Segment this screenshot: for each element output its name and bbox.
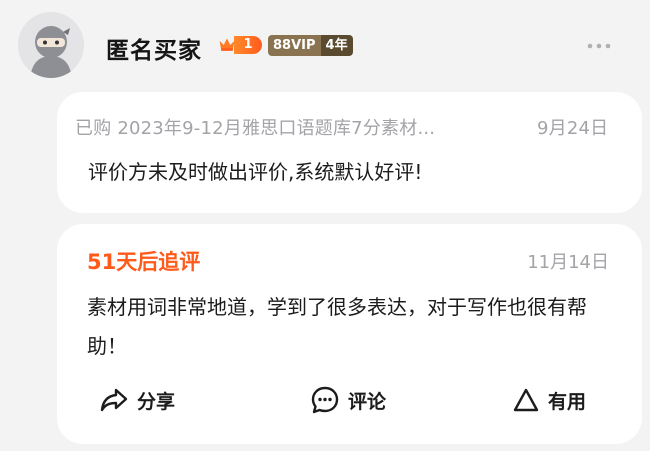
vip-years: 4年: [320, 35, 353, 56]
followup-text: 素材用词非常地道，学到了很多表达，对于写作也很有帮助！: [87, 295, 587, 358]
avatar[interactable]: [18, 12, 84, 78]
share-label: 分享: [137, 390, 176, 413]
comment-icon: [311, 386, 339, 414]
followup-date: 11月14日: [527, 252, 609, 273]
vip-label: 88VIP: [268, 35, 321, 56]
vip-badge: 88VIP 4年: [268, 35, 353, 56]
product-name: 2023年9-12月雅思口语题库7分素材...: [117, 118, 436, 139]
avatar-ninja-icon: [18, 12, 84, 78]
review-card: 已购 2023年9-12月雅思口语题库7分素材... 9月24日 评价方未及时做…: [57, 92, 642, 213]
share-icon: [100, 388, 128, 412]
share-button[interactable]: 分享: [99, 384, 175, 416]
followup-card: 51天后追评 11月14日 素材用词非常地道，学到了很多表达，对于写作也很有帮助…: [57, 224, 642, 444]
comment-button[interactable]: 评论: [310, 384, 386, 416]
comment-label: 评论: [348, 390, 387, 413]
level-badge: 1: [218, 34, 262, 56]
action-bar: 分享 评论 有用: [57, 376, 642, 424]
review-header: 匿名买家 1 88VIP 4年: [0, 0, 650, 92]
triangle-icon: [513, 388, 539, 412]
followup-title: 51天后追评: [87, 250, 201, 274]
username[interactable]: 匿名买家: [106, 31, 202, 65]
purchase-info[interactable]: 已购 2023年9-12月雅思口语题库7分素材... 9月24日: [75, 114, 608, 140]
review-date: 9月24日: [537, 118, 609, 139]
more-options-button[interactable]: [586, 36, 612, 56]
level-number: 1: [234, 36, 262, 54]
purchase-label: 已购: [75, 118, 112, 139]
useful-label: 有用: [548, 390, 587, 413]
useful-button[interactable]: 有用: [512, 384, 586, 416]
more-dots-icon: [587, 43, 611, 49]
review-text: 评价方未及时做出评价,系统默认好评!: [88, 160, 423, 184]
